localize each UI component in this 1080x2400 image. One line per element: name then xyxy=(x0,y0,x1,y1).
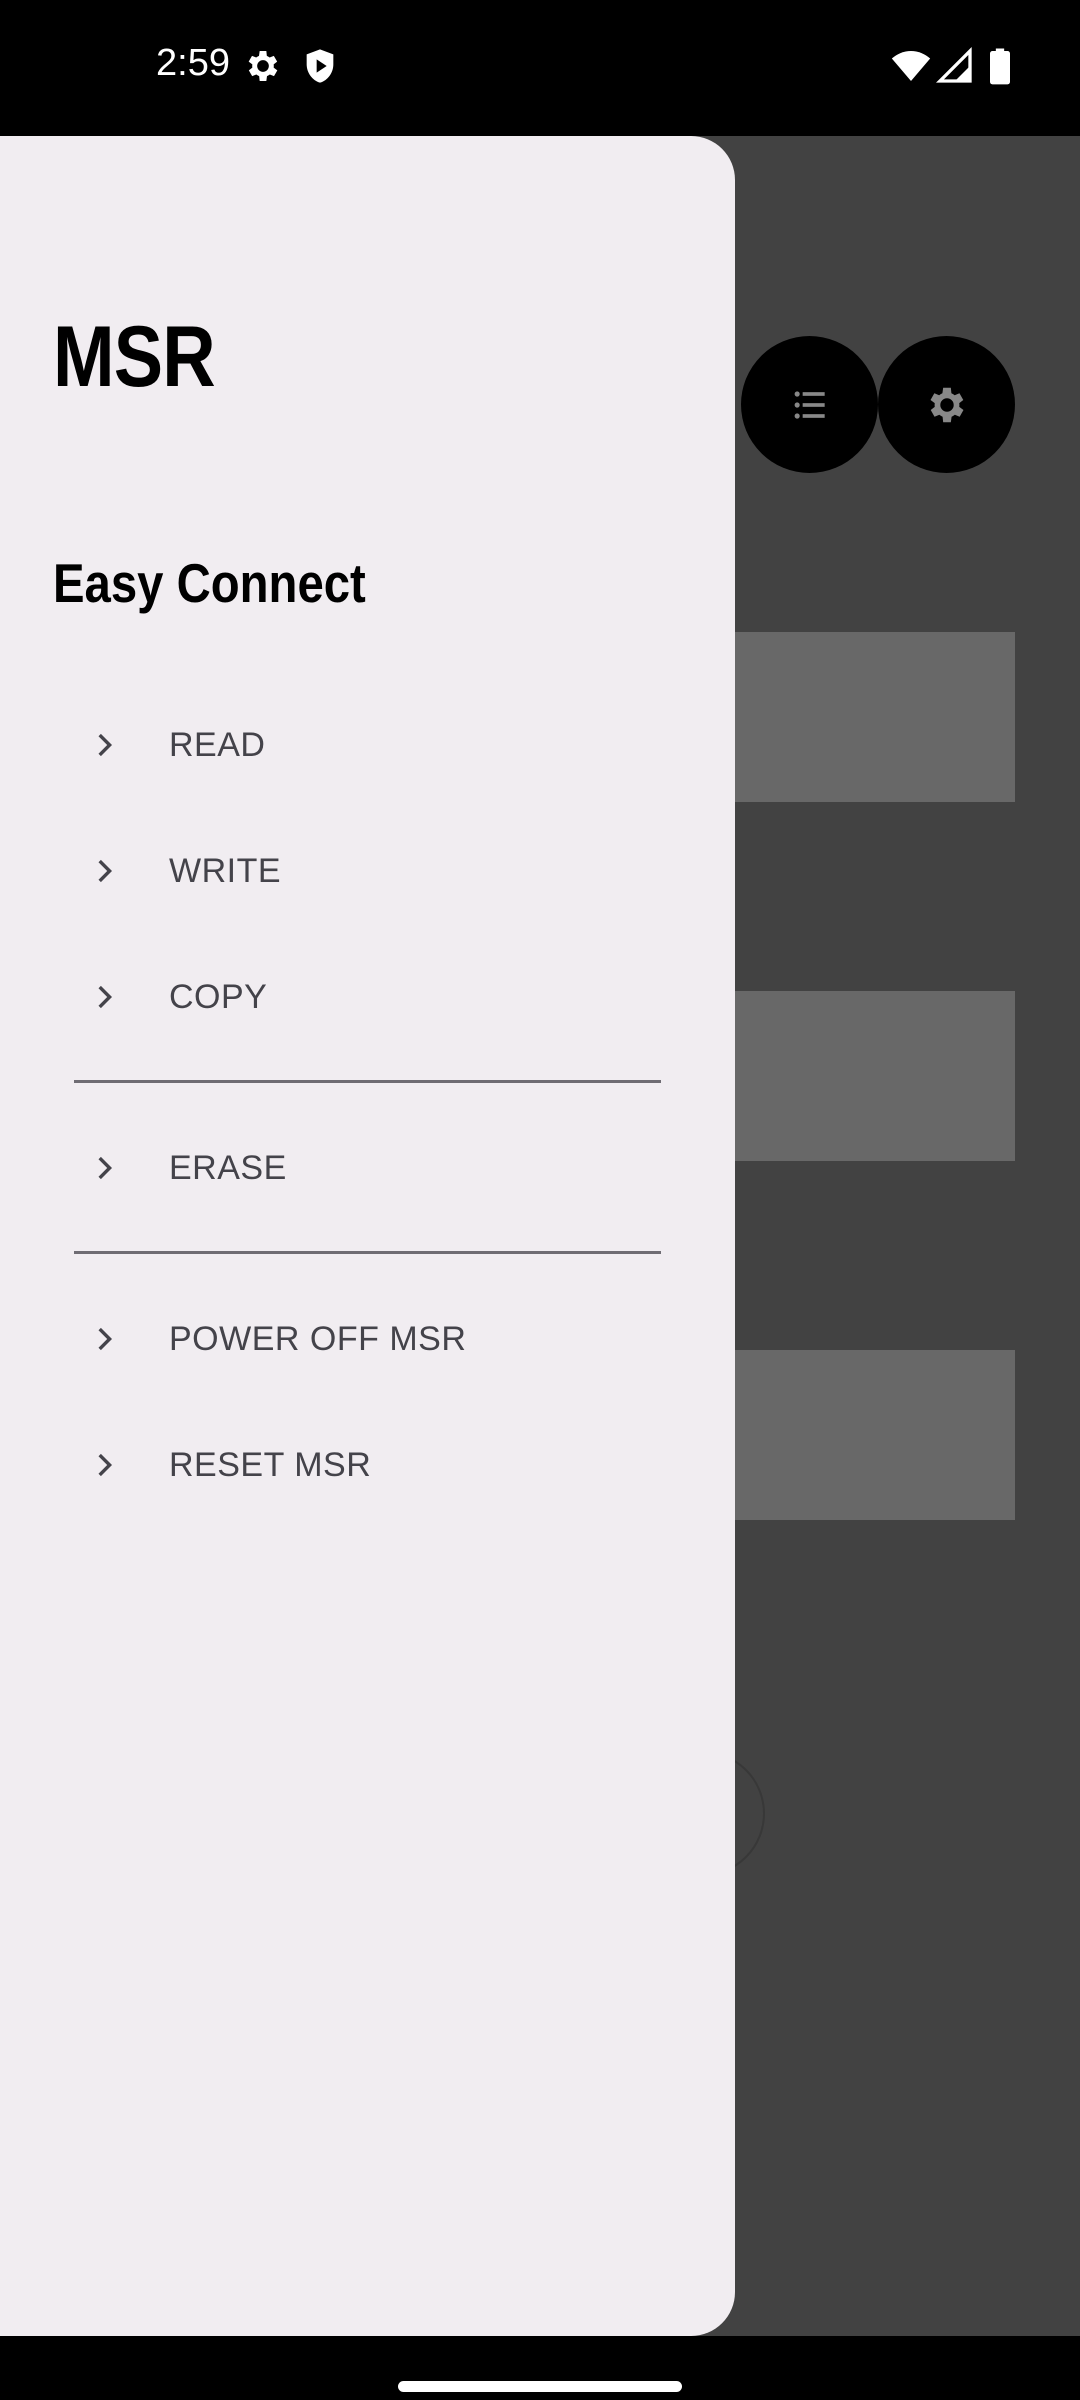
menu-item-label: COPY xyxy=(169,977,268,1016)
menu-item-erase[interactable]: ERASE xyxy=(0,1113,735,1223)
list-button[interactable] xyxy=(741,336,878,473)
navigation-drawer: MSR Easy Connect xyxy=(0,136,735,2336)
gear-icon xyxy=(930,387,963,422)
divider xyxy=(74,1251,661,1254)
menu-item-label: WRITE xyxy=(169,851,282,890)
cellular-signal-icon xyxy=(935,46,972,83)
drawer-title: MSR xyxy=(53,309,216,405)
status-time: 2:59 xyxy=(156,42,230,84)
wifi-icon xyxy=(891,51,931,81)
status-bar: 2:59 xyxy=(0,0,1080,136)
menu-item-label: POWER OFF MSR xyxy=(169,1319,467,1358)
home-gesture-handle[interactable] xyxy=(398,2381,682,2392)
chevron-right-icon xyxy=(98,1453,112,1477)
chevron-right-icon xyxy=(98,1156,112,1180)
menu-item-label: RESET MSR xyxy=(169,1445,372,1484)
divider xyxy=(74,1080,661,1083)
chevron-right-icon xyxy=(98,733,112,757)
menu-item-reset-msr[interactable]: RESET MSR xyxy=(0,1410,735,1520)
battery-icon xyxy=(990,48,1010,85)
menu-item-write[interactable]: WRITE xyxy=(0,816,735,926)
menu-item-read[interactable]: READ xyxy=(0,690,735,800)
screen: 2:59 MSR Easy Connect READ WRITE COPY ER… xyxy=(0,0,1080,2400)
shield-play-icon xyxy=(306,49,334,83)
drawer-subtitle: Easy Connect xyxy=(53,552,366,614)
menu-item-copy[interactable]: COPY xyxy=(0,942,735,1052)
chevron-right-icon xyxy=(98,1327,112,1351)
menu-item-label: ERASE xyxy=(169,1148,287,1187)
settings-button[interactable] xyxy=(878,336,1015,473)
list-icon xyxy=(794,390,825,419)
menu-item-label: READ xyxy=(169,725,266,764)
chevron-right-icon xyxy=(98,859,112,883)
menu-item-power-off-msr[interactable]: POWER OFF MSR xyxy=(0,1284,735,1394)
gear-icon xyxy=(248,51,278,81)
chevron-right-icon xyxy=(98,985,112,1009)
